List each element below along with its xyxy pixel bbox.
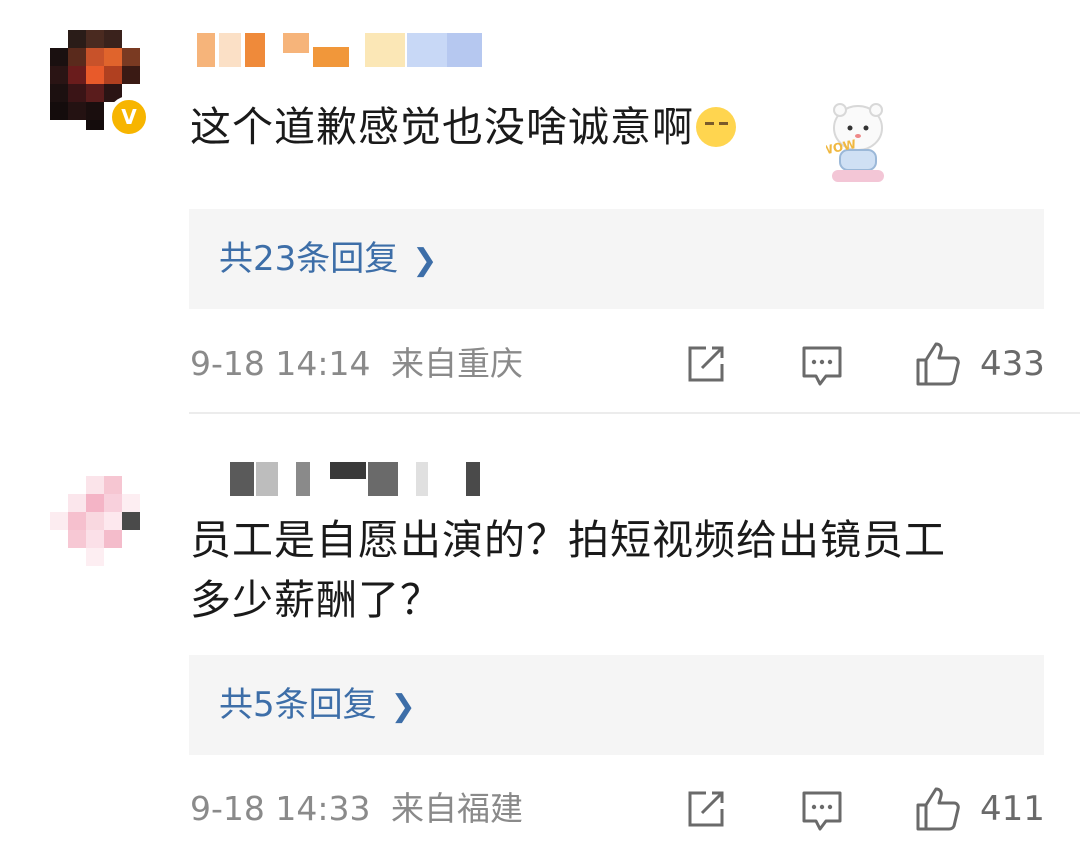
chevron-right-icon: ❯ (390, 689, 416, 724)
like-icon[interactable] (914, 785, 962, 833)
location: 来自重庆 (391, 344, 523, 383)
comment-text-content: 这个道歉感觉也没啥诚意啊 (190, 103, 694, 151)
username[interactable] (230, 462, 480, 496)
avatar[interactable] (50, 476, 150, 576)
comment-item: V 这个道歉感觉也没啥诚意啊 WOW 共23条回复 ❯ 9-18 14:14 来自… (0, 0, 1080, 412)
comment-text: 这个道歉感觉也没啥诚意啊 (190, 97, 736, 157)
comment-item: 员工是自愿出演的？拍短视频给出镜员工 多少薪酬了？ 共5条回复 ❯ 9-18 14… (0, 414, 1080, 855)
verified-badge-icon: V (108, 96, 150, 138)
reply-count-link[interactable]: 共5条回复 (219, 685, 377, 725)
like-count: 433 (980, 344, 1045, 384)
chevron-right-icon: ❯ (412, 243, 438, 278)
comment-text: 员工是自愿出演的？拍短视频给出镜员工 多少薪酬了？ (190, 510, 946, 630)
comment-icon[interactable] (800, 789, 844, 833)
comment-meta: 9-18 14:33 来自福建 (190, 787, 523, 831)
squint-face-emoji-icon (696, 107, 736, 147)
timestamp: 9-18 14:14 (190, 344, 371, 383)
like-icon[interactable] (914, 340, 962, 388)
like-count: 411 (980, 789, 1045, 829)
repost-icon[interactable] (684, 787, 728, 831)
comment-text-line: 多少薪酬了？ (190, 576, 442, 624)
repost-icon[interactable] (684, 342, 728, 386)
username[interactable] (197, 33, 482, 67)
reply-summary[interactable]: 共23条回复 ❯ (189, 209, 1044, 309)
location: 来自福建 (391, 789, 523, 828)
reply-count-link[interactable]: 共23条回复 (219, 239, 398, 279)
comment-text-line: 员工是自愿出演的？拍短视频给出镜员工 (190, 516, 946, 564)
wow-bear-sticker: WOW (826, 103, 884, 182)
comment-meta: 9-18 14:14 来自重庆 (190, 342, 523, 386)
reply-summary[interactable]: 共5条回复 ❯ (189, 655, 1044, 755)
timestamp: 9-18 14:33 (190, 789, 371, 828)
comment-icon[interactable] (800, 344, 844, 388)
